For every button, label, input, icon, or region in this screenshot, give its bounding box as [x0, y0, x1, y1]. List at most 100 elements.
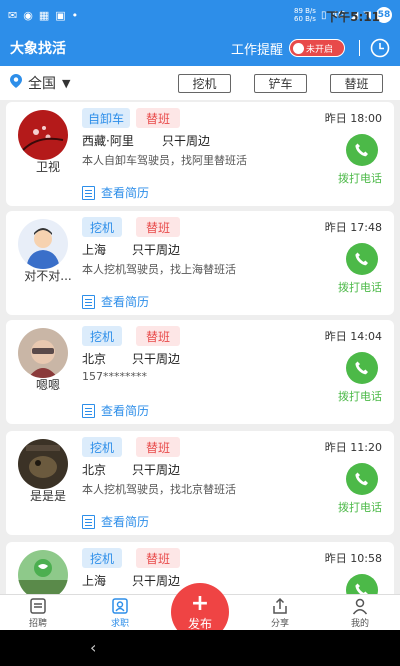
scope-text: 只干周边	[132, 352, 181, 366]
plus-icon: +	[190, 590, 210, 616]
tab-share-label: 分享	[270, 619, 289, 629]
call-label[interactable]: 拨打电话	[338, 388, 382, 404]
tab-jobseek-label: 求职	[110, 619, 129, 629]
net-speed-up: 89 B/s	[294, 7, 316, 15]
view-resume-label: 查看简历	[101, 404, 150, 418]
app-header: 大象找活 工作提醒 未开启	[0, 30, 400, 66]
avatar	[18, 439, 68, 489]
scope-text: 只干周边	[132, 574, 181, 588]
call-button[interactable]	[346, 243, 378, 275]
list-item[interactable]: 对不对... 挖机 替班 上海 只干周边 本人挖机驾驶员，找上海替班活 查看简历…	[6, 211, 394, 315]
call-button[interactable]	[346, 352, 378, 384]
image-icon: ▣	[55, 8, 66, 22]
location-text: 北京	[82, 352, 107, 366]
phone-icon	[355, 252, 368, 266]
call-button[interactable]	[346, 574, 378, 594]
user-name: 对不对...	[24, 269, 72, 283]
type-tag: 替班	[136, 108, 180, 128]
user-name: 是是是	[29, 489, 66, 503]
filter-button-loader[interactable]: 铲车	[254, 74, 307, 93]
category-tag: 挖机	[82, 217, 122, 237]
description-text: 本人挖机驾驶员，找上海替班活	[82, 263, 236, 276]
location-text: 北京	[82, 463, 107, 477]
description-text: 本人自卸车驾驶员，找阿里替班活	[82, 154, 247, 167]
system-nav-bar: ‹	[0, 630, 400, 666]
type-tag: 替班	[136, 437, 180, 457]
net-speed-down: 60 B/s	[294, 15, 316, 23]
person-icon	[352, 598, 368, 615]
avatar	[18, 550, 68, 594]
region-selector[interactable]: 全国	[28, 73, 56, 93]
status-time: 下午5:11	[326, 10, 380, 24]
document-icon	[82, 403, 95, 418]
call-label[interactable]: 拨打电话	[338, 499, 382, 515]
call-label[interactable]: 拨打电话	[338, 279, 382, 295]
description-text: 157********	[82, 370, 147, 383]
caret-down-icon[interactable]: ▼	[62, 77, 70, 90]
view-resume-link[interactable]: 查看简历	[82, 293, 149, 310]
list-item[interactable]: 嗯嗯 挖机 替班 北京 只干周边 157******** 查看简历 昨日 14:…	[6, 320, 394, 424]
type-tag: 替班	[136, 217, 180, 237]
toggle-knob	[293, 42, 304, 54]
phone-icon	[355, 361, 368, 375]
list-item[interactable]: 卫视 自卸车 替班 西藏·阿里 只干周边 本人自卸车驾驶员，找阿里替班活 查看简…	[6, 102, 394, 206]
recruit-icon	[30, 598, 46, 614]
avatar	[18, 110, 68, 160]
scope-text: 只干周边	[132, 243, 181, 257]
wechat-icon: ◉	[23, 8, 33, 22]
scope-text: 只干周边	[162, 134, 211, 148]
view-resume-label: 查看简历	[101, 186, 150, 200]
status-bar: 下午5:11 ✉ ◉ ▦ ▣ • 89 B/s 60 B/s ▯ 4G ◢ ◥ …	[0, 0, 400, 30]
user-card-icon	[112, 598, 128, 614]
call-button[interactable]	[346, 134, 378, 166]
user-name: 嗯嗯	[35, 378, 60, 392]
scope-text: 只干周边	[132, 463, 181, 477]
location-text: 西藏·阿里	[82, 134, 134, 148]
category-tag: 自卸车	[82, 108, 130, 128]
filter-bar: 全国 ▼ 挖机 铲车 替班	[0, 66, 400, 100]
message-icon: ✉	[8, 8, 18, 22]
tab-mine[interactable]: 我的	[330, 597, 390, 629]
list-item[interactable]: 是是是 挖机 替班 北京 只干周边 本人挖机驾驶员，找北京替班活 查看简历 昨日…	[6, 431, 394, 535]
type-tag: 替班	[136, 326, 180, 346]
post-time: 昨日 17:48	[324, 221, 382, 234]
location-pin-icon	[10, 74, 22, 92]
view-resume-link[interactable]: 查看简历	[82, 513, 149, 530]
category-tag: 挖机	[82, 437, 122, 457]
view-resume-link[interactable]: 查看简历	[82, 402, 149, 419]
category-tag: 挖机	[82, 326, 122, 346]
phone-icon	[355, 143, 368, 157]
work-reminder-toggle[interactable]: 未开启	[289, 39, 345, 57]
view-resume-label: 查看简历	[101, 515, 150, 529]
notification-icons: ✉ ◉ ▦ ▣ •	[8, 9, 78, 22]
tab-share[interactable]: 分享	[250, 597, 310, 629]
publish-label: 发布	[187, 616, 212, 631]
category-tag: 挖机	[82, 548, 122, 568]
call-button[interactable]	[346, 463, 378, 495]
document-icon	[82, 294, 95, 309]
type-tag: 替班	[136, 548, 180, 568]
description-text: 本人挖机驾驶员，找北京替班活	[82, 483, 236, 496]
location-text: 上海	[82, 574, 107, 588]
post-time: 昨日 11:20	[324, 441, 382, 454]
clock-icon[interactable]	[370, 38, 390, 58]
post-time: 昨日 18:00	[324, 112, 382, 125]
tab-mine-label: 我的	[350, 619, 369, 629]
filter-button-excavator[interactable]: 挖机	[178, 74, 231, 93]
avatar	[18, 219, 68, 269]
tab-recruit-label: 招聘	[28, 619, 47, 629]
filter-button-substitute[interactable]: 替班	[330, 74, 383, 93]
net-speed: 89 B/s 60 B/s	[294, 7, 316, 23]
tab-jobseek[interactable]: 求职	[90, 597, 150, 629]
toggle-state-label: 未开启	[306, 44, 334, 55]
avatar	[18, 328, 68, 378]
work-reminder-label: 工作提醒	[230, 42, 283, 58]
app-title: 大象找活	[10, 41, 66, 57]
tab-recruit[interactable]: 招聘	[8, 597, 68, 629]
view-resume-link[interactable]: 查看简历	[82, 184, 149, 201]
user-name: 卫视	[35, 160, 60, 174]
call-label[interactable]: 拨打电话	[338, 170, 382, 186]
phone-icon	[355, 583, 368, 594]
back-icon[interactable]: ‹	[90, 638, 96, 657]
phone-icon	[355, 472, 368, 486]
